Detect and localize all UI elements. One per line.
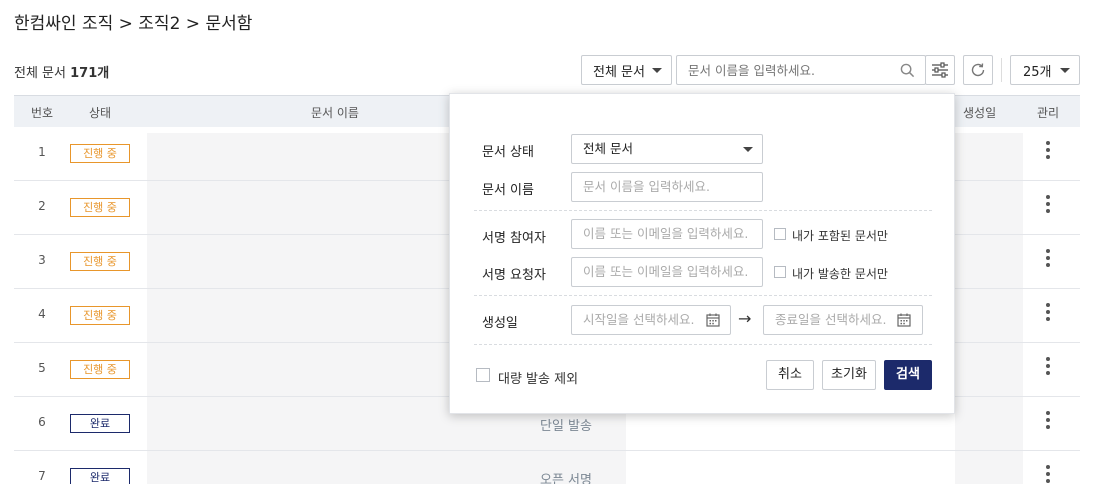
section-divider — [474, 295, 932, 296]
participant-input[interactable]: 이름 또는 이메일을 입력하세요. — [571, 219, 763, 249]
total-count: 전체 문서 171개 — [14, 66, 110, 81]
participant-label: 서명 참여자 — [482, 231, 546, 246]
sliders-icon — [932, 62, 948, 78]
section-divider — [474, 210, 932, 211]
exclude-bulk-checkbox[interactable] — [476, 368, 490, 382]
row-number: 6 — [38, 415, 46, 429]
created-date-label: 생성일 — [482, 316, 518, 331]
date-range-arrow: → — [738, 309, 752, 328]
caret-down-icon — [652, 68, 662, 73]
section-divider — [474, 344, 932, 345]
header-status: 상태 — [89, 106, 112, 120]
page-size-select[interactable]: 25개 — [1010, 55, 1080, 85]
row-number: 3 — [38, 253, 46, 267]
status-badge: 진행 중 — [70, 252, 130, 271]
caret-down-icon — [1060, 68, 1070, 73]
send-type: 단일 발송 — [540, 419, 592, 434]
search-icon[interactable] — [900, 63, 915, 78]
advanced-filter-button[interactable] — [925, 55, 955, 85]
row-number: 2 — [38, 199, 46, 213]
doc-status-select[interactable]: 전체 문서 — [571, 134, 763, 164]
header-manage: 관리 — [1037, 106, 1060, 120]
doc-status-label: 문서 상태 — [482, 145, 534, 160]
row-number: 7 — [38, 469, 46, 483]
include-me-label: 내가 포함된 문서만 — [792, 229, 888, 243]
status-badge: 진행 중 — [70, 144, 130, 163]
sent-by-me-checkbox[interactable] — [774, 266, 786, 278]
document-filter-select[interactable]: 전체 문서 — [581, 55, 672, 85]
row-number: 4 — [38, 307, 46, 321]
more-options-icon[interactable] — [1046, 141, 1050, 163]
header-name: 문서 이름 — [311, 106, 359, 120]
send-type: 오픈 서명 — [540, 473, 592, 484]
requester-input[interactable]: 이름 또는 이메일을 입력하세요. — [571, 257, 763, 287]
more-options-icon[interactable] — [1046, 465, 1050, 484]
sent-by-me-label: 내가 발송한 문서만 — [792, 267, 888, 281]
calendar-icon[interactable] — [706, 313, 720, 327]
refresh-icon — [971, 63, 985, 77]
header-num: 번호 — [31, 106, 54, 120]
toolbar-divider — [1001, 58, 1002, 82]
more-options-icon[interactable] — [1046, 303, 1050, 325]
status-badge: 진행 중 — [70, 198, 130, 217]
status-badge: 완료 — [70, 414, 130, 433]
calendar-icon[interactable] — [897, 313, 911, 327]
search-button[interactable]: 검색 — [884, 360, 932, 390]
more-options-icon[interactable] — [1046, 357, 1050, 379]
requester-label: 서명 요청자 — [482, 268, 546, 283]
search-input[interactable] — [688, 62, 888, 78]
doc-name-input[interactable]: 문서 이름을 입력하세요. — [571, 172, 763, 202]
cancel-button[interactable]: 취소 — [766, 360, 814, 390]
header-created: 생성일 — [963, 106, 997, 120]
advanced-search-panel: 문서 상태 전체 문서 문서 이름 문서 이름을 입력하세요. 서명 참여자 이… — [449, 93, 955, 414]
status-badge: 완료 — [70, 468, 130, 484]
search-box[interactable] — [676, 55, 926, 85]
row-number: 5 — [38, 361, 46, 375]
more-options-icon[interactable] — [1046, 411, 1050, 433]
table-row[interactable]: 7 완료 오픈 서명 — [14, 451, 1080, 484]
include-me-checkbox[interactable] — [774, 228, 786, 240]
status-badge: 진행 중 — [70, 360, 130, 379]
more-options-icon[interactable] — [1046, 195, 1050, 217]
breadcrumb: 한컴싸인 조직 > 조직2 > 문서함 — [14, 14, 253, 34]
exclude-bulk-label: 대량 발송 제외 — [498, 372, 579, 387]
more-options-icon[interactable] — [1046, 249, 1050, 271]
reset-button[interactable]: 초기화 — [822, 360, 876, 390]
caret-down-icon — [743, 147, 753, 152]
doc-name-label: 문서 이름 — [482, 183, 534, 198]
status-badge: 진행 중 — [70, 306, 130, 325]
refresh-button[interactable] — [963, 55, 993, 85]
row-number: 1 — [38, 145, 46, 159]
